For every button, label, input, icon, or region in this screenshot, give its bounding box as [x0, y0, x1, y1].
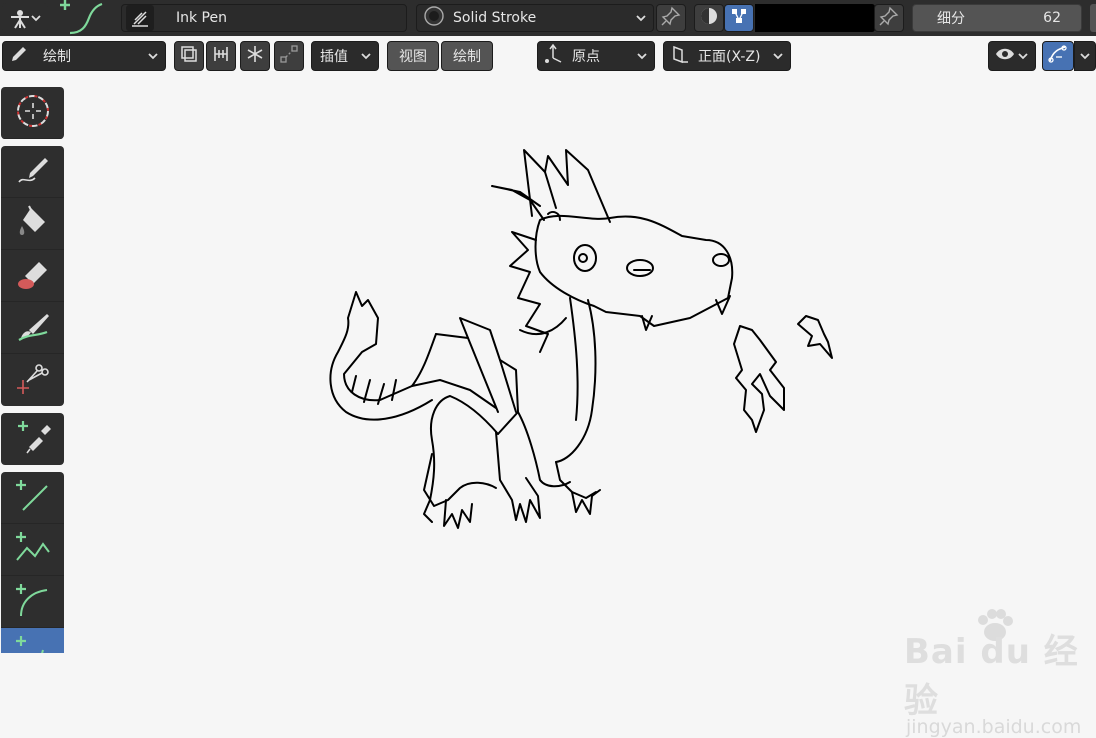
brush-preview-icon	[126, 5, 154, 31]
tool-polyline[interactable]	[1, 524, 64, 576]
object-mode-dropdown[interactable]	[2, 3, 48, 33]
viewport-canvas[interactable]: Bai du 经验 jingyan.baidu.com	[66, 75, 1096, 738]
tool-group-primitives	[1, 472, 64, 653]
multiframe-button[interactable]	[174, 41, 204, 71]
header-overflow-edge	[1090, 4, 1096, 32]
eraser-icon	[15, 256, 51, 296]
material-color-mode-button[interactable]	[694, 4, 724, 32]
subdivision-value: 62	[1043, 10, 1061, 26]
tool-eyedropper[interactable]	[1, 413, 64, 465]
plane-icon	[670, 44, 690, 68]
edit-lines-dropdown[interactable]	[1074, 41, 1096, 71]
subdivision-label: 细分	[937, 11, 965, 27]
stroke-placement-dropdown[interactable]: 原点	[537, 41, 655, 71]
mode-dropdown[interactable]: 绘制	[2, 41, 166, 71]
chevron-down-icon	[360, 51, 372, 61]
tool-group-eyedropper	[1, 413, 64, 465]
dashed-line-icon	[279, 44, 299, 68]
chevron-down-icon	[30, 13, 42, 23]
pin-material-button[interactable]	[656, 4, 686, 32]
pencil-icon	[15, 152, 51, 192]
origin-axis-icon	[542, 43, 564, 69]
curve-icon	[15, 634, 51, 653]
arc-icon	[15, 582, 51, 622]
pin-color-button[interactable]	[874, 4, 904, 32]
tool-arc[interactable]	[1, 576, 64, 628]
tool-settings-header: Ink Pen Solid Stroke 细分 62	[0, 0, 1096, 36]
scissors-icon	[15, 360, 51, 400]
view-menu[interactable]: 视图	[387, 41, 439, 71]
visibility-dropdown[interactable]	[988, 41, 1036, 71]
layers-icon	[179, 44, 199, 68]
tint-brush-icon	[15, 308, 51, 348]
view-menu-label: 视图	[399, 49, 427, 65]
interpolate-dropdown[interactable]: 插值	[311, 41, 379, 71]
dragon-drawing	[329, 149, 833, 529]
chevron-down-icon	[635, 13, 647, 23]
tool-curve[interactable]	[1, 628, 64, 653]
shading-sphere-icon	[699, 6, 719, 30]
chevron-down-icon	[147, 51, 159, 61]
fill-bucket-icon	[15, 204, 51, 244]
tool-cutter[interactable]	[1, 354, 64, 406]
chevron-down-icon	[1079, 51, 1091, 61]
cursor-icon	[15, 93, 51, 133]
freeze-button[interactable]	[240, 41, 270, 71]
material-name: Solid Stroke	[453, 10, 537, 26]
chevron-down-icon	[1017, 51, 1029, 61]
watermark: Bai du 经验 jingyan.baidu.com	[904, 609, 1096, 738]
vertex-color-icon	[729, 6, 749, 30]
material-sphere-icon	[423, 5, 445, 31]
polyline-icon	[15, 530, 51, 570]
auto-merge-button[interactable]	[206, 41, 236, 71]
tool-group-paint	[1, 146, 64, 406]
tool-group-cursor	[1, 87, 64, 139]
active-tool-curve-icon	[56, 0, 110, 36]
material-selector[interactable]: Solid Stroke	[416, 4, 654, 32]
color-swatch[interactable]	[755, 4, 875, 32]
brush-selector[interactable]: Ink Pen	[121, 4, 407, 32]
draw-menu-label: 绘制	[453, 49, 481, 65]
line-icon	[15, 478, 51, 518]
vertex-color-mode-button[interactable]	[724, 4, 754, 32]
draw-menu[interactable]: 绘制	[441, 41, 493, 71]
chevron-down-icon	[772, 51, 784, 61]
viewport-header: 绘制 插值 视图 绘制 原点 正面(X-Z)	[0, 36, 1096, 75]
tool-line[interactable]	[1, 472, 64, 524]
tool-tint[interactable]	[1, 302, 64, 354]
eyedropper-icon	[15, 419, 51, 459]
tool-fill[interactable]	[1, 198, 64, 250]
drawing-plane-dropdown[interactable]: 正面(X-Z)	[663, 41, 791, 71]
tool-cursor[interactable]	[1, 87, 64, 139]
merge-strokes-icon	[211, 44, 231, 68]
guide-button[interactable]	[274, 41, 304, 71]
tool-draw[interactable]	[1, 146, 64, 198]
plane-label: 正面(X-Z)	[698, 49, 761, 65]
subdivision-field[interactable]: 细分 62	[912, 4, 1082, 32]
interpolate-label: 插值	[320, 49, 348, 65]
watermark-url: jingyan.baidu.com	[906, 716, 1082, 738]
snowflake-icon	[245, 44, 265, 68]
mode-label: 绘制	[43, 49, 71, 65]
tool-erase[interactable]	[1, 250, 64, 302]
brush-name: Ink Pen	[176, 10, 227, 26]
pin-icon	[879, 6, 899, 30]
eye-icon	[995, 46, 1015, 66]
pencil-icon	[9, 44, 29, 68]
pin-icon	[661, 6, 681, 30]
watermark-brand: Bai du 经验	[904, 632, 1079, 721]
curve-edit-icon	[1047, 43, 1069, 69]
edit-lines-toggle[interactable]	[1042, 41, 1074, 71]
origin-label: 原点	[572, 49, 600, 65]
chevron-down-icon	[636, 51, 648, 61]
